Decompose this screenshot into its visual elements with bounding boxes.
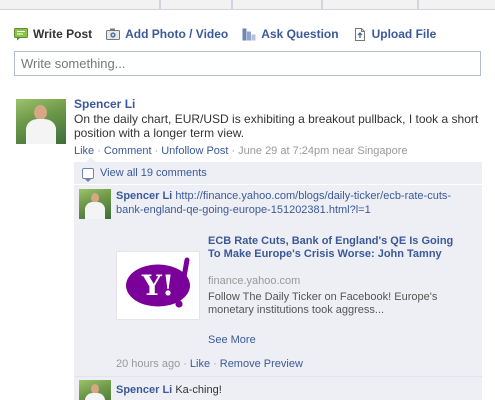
post-author-avatar[interactable] — [16, 99, 66, 144]
see-more-link[interactable]: See More — [208, 334, 256, 346]
post-actions: Like · Comment · Unfollow Post · June 29 at 7:… — [74, 145, 408, 157]
top-tab[interactable] — [418, 0, 495, 10]
panel-caret — [86, 157, 96, 162]
top-tab[interactable] — [232, 0, 322, 10]
top-tab[interactable] — [160, 0, 232, 10]
comment-avatar[interactable] — [79, 380, 111, 400]
divider — [74, 376, 482, 377]
link-preview-title[interactable]: ECB Rate Cuts, Bank of England's QE Is G… — [208, 235, 468, 261]
upload-file-label: Upload File — [371, 27, 437, 41]
write-post-icon — [14, 27, 28, 41]
comment-meta: 20 hours ago · Like · Remove Preview — [116, 358, 303, 370]
comment-avatar[interactable] — [79, 189, 111, 219]
file-icon — [353, 27, 367, 41]
write-post-label: Write Post — [33, 27, 93, 41]
top-tab[interactable] — [322, 0, 418, 10]
post-timestamp[interactable]: June 29 at 7:24pm near Singapore — [238, 145, 407, 157]
divider — [74, 184, 482, 185]
comment-link[interactable]: Comment — [104, 145, 152, 157]
comments-panel: View all 19 comments Spencer Li http://f… — [74, 157, 482, 400]
like-link[interactable]: Like — [74, 145, 94, 157]
comment-author[interactable]: Spencer Li — [116, 190, 172, 202]
ask-question-label: Ask Question — [261, 27, 339, 41]
post-text: On the daily chart, EUR/USD is exhibitin… — [74, 112, 479, 140]
yahoo-logo-text: Y! — [141, 269, 174, 302]
comment-like-link[interactable]: Like — [190, 358, 210, 370]
unfollow-post-link[interactable]: Unfollow Post — [161, 145, 228, 157]
remove-preview-link[interactable]: Remove Preview — [220, 358, 303, 370]
top-tab-strip — [0, 0, 495, 10]
link-preview-domain: finance.yahoo.com — [208, 275, 301, 287]
upload-file-button[interactable]: Upload File — [353, 27, 437, 41]
comment-body: Spencer Li http://finance.yahoo.com/blog… — [116, 189, 476, 217]
comment-body: Spencer Li Ka-ching! — [116, 384, 222, 396]
add-photo-video-button[interactable]: Add Photo / Video — [106, 27, 228, 41]
comment-timestamp[interactable]: 20 hours ago — [116, 358, 180, 370]
status-input[interactable] — [14, 51, 481, 76]
view-all-comments[interactable]: View all 19 comments — [82, 167, 207, 182]
view-all-comments-label: View all 19 comments — [100, 167, 207, 179]
post-author-name[interactable]: Spencer Li — [74, 97, 135, 111]
link-preview-thumbnail[interactable]: Y! — [116, 251, 200, 320]
question-icon — [242, 28, 256, 41]
ask-question-button[interactable]: Ask Question — [242, 27, 339, 41]
composer-actions: Write Post Add Photo / Video Ask Questio… — [14, 26, 450, 42]
link-preview-description: Follow The Daily Ticker on Facebook! Eur… — [208, 291, 438, 316]
add-photo-video-label: Add Photo / Video — [125, 27, 229, 41]
camera-icon — [106, 28, 121, 41]
comment-author[interactable]: Spencer Li — [116, 384, 172, 396]
top-tab[interactable] — [0, 0, 160, 10]
comment-text: Ka-ching! — [175, 384, 222, 396]
comment-bubble-icon — [82, 167, 94, 182]
write-post-button[interactable]: Write Post — [14, 27, 92, 41]
